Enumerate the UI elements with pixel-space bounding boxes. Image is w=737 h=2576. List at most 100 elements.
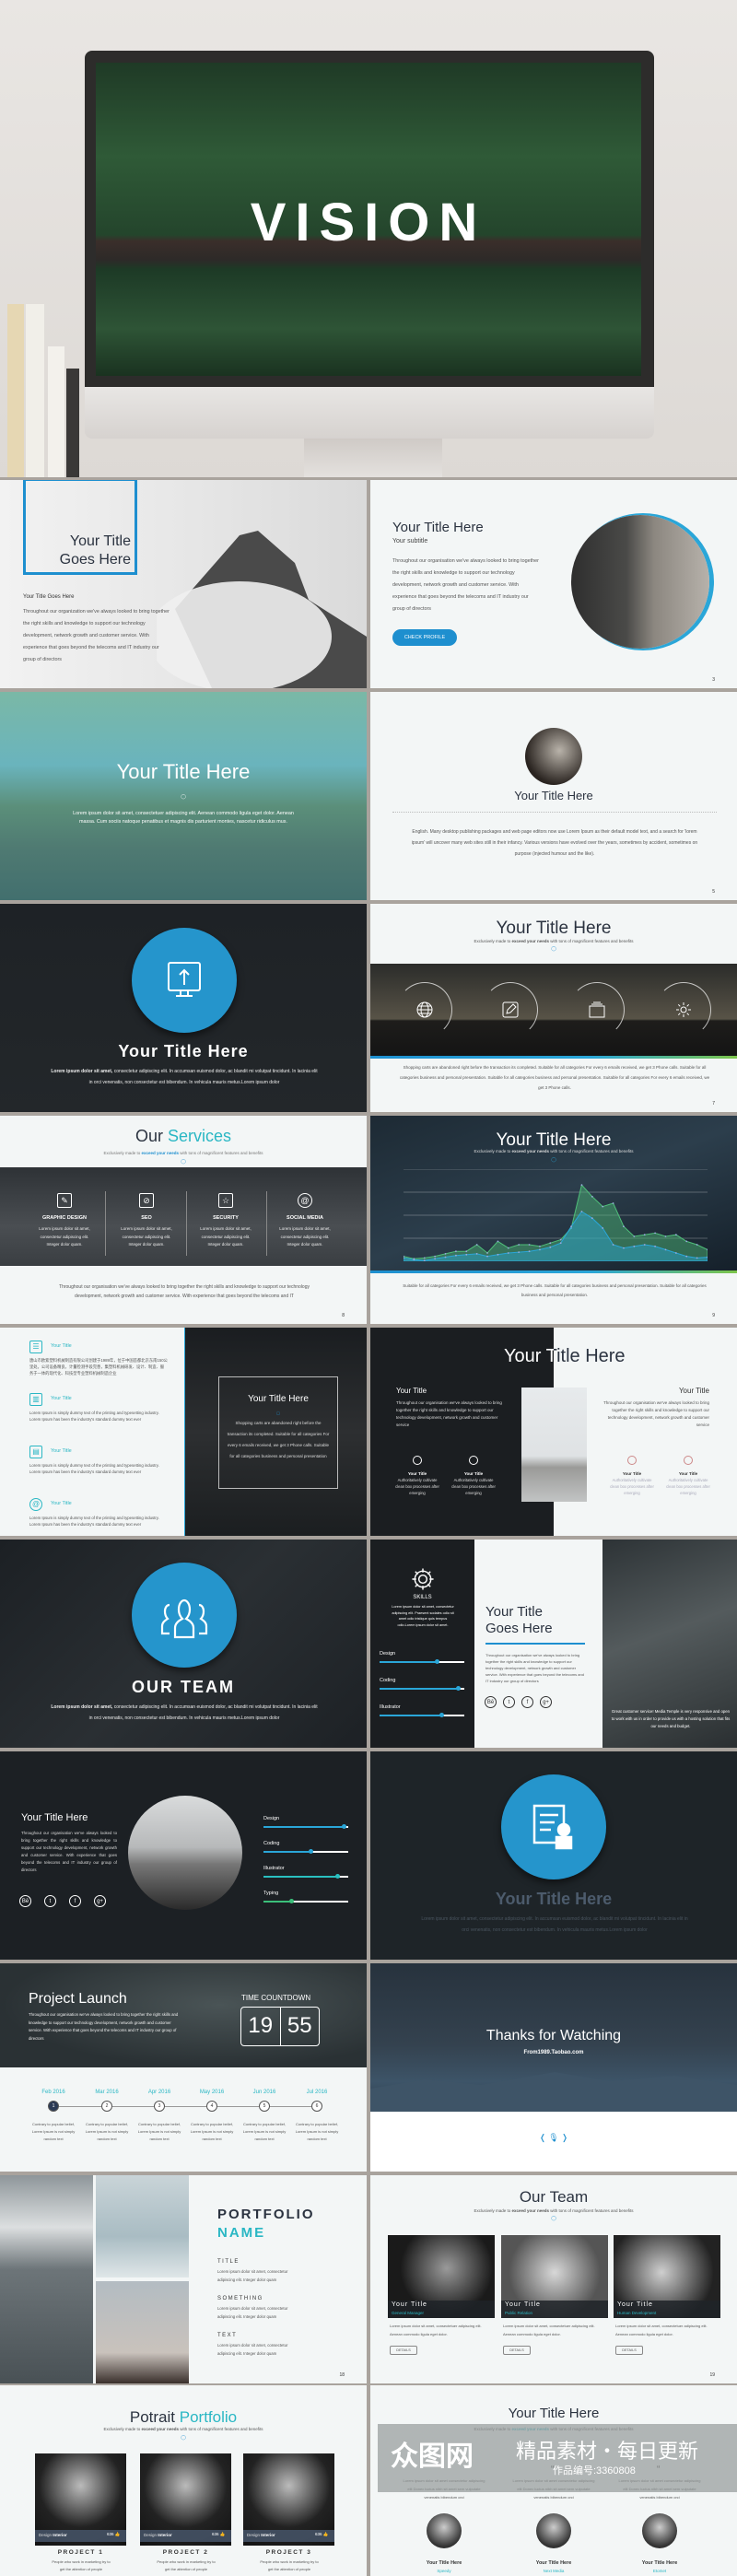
member-text: Lorem ipsum dolor sit amet, consectetuer…: [503, 2324, 595, 2336]
slide-subtitle: From1989.Taobao.com: [523, 2050, 584, 2055]
member-name: Your Title: [617, 2301, 653, 2308]
chart-point: [465, 1253, 468, 1256]
profile-text: Throughout our organisation we've always…: [485, 1653, 584, 1683]
body-bold: Lorem ipsum dolor sit amet,: [51, 1069, 113, 1074]
member-role: Public Relation: [505, 2311, 533, 2315]
chart-point: [591, 1195, 593, 1198]
google-plus-icon[interactable]: g+: [540, 1696, 552, 1708]
timeline-step[interactable]: 1: [48, 2101, 59, 2112]
skill-slider[interactable]: [263, 1849, 348, 1854]
chart-point: [685, 1255, 688, 1258]
service-icon: ✎: [57, 1193, 72, 1208]
timeline-step[interactable]: 5: [259, 2101, 270, 2112]
slide-skills-profile: SKILLS Lorem ipsum dolor sit amet, conse…: [370, 1540, 737, 1748]
skill-slider[interactable]: [263, 1899, 348, 1903]
timeline-step[interactable]: 4: [206, 2101, 217, 2112]
behance-icon[interactable]: Bē: [485, 1696, 497, 1708]
service-label: GRAPHIC DESIGN: [42, 1215, 87, 1221]
pier-image: [521, 1388, 587, 1502]
section-text: Lorem ipsum dolor sit amet, consectetur …: [217, 2306, 288, 2319]
service-text: Lorem ipsum dolor sit amet, consectetur …: [200, 1226, 252, 1247]
person-company: Speedy: [437, 2569, 451, 2573]
slide-project-launch: Project Launch Throughout our organisati…: [0, 1963, 367, 2172]
behance-icon[interactable]: Bē: [19, 1895, 31, 1907]
slide-profile-centered: Your Title Here English. Many desktop pu…: [370, 692, 737, 900]
facebook-icon[interactable]: f: [521, 1696, 533, 1708]
feature-title: Your Title: [407, 1471, 427, 1476]
skill-slider[interactable]: [263, 1824, 348, 1829]
timeline-month: May 2016: [199, 2090, 225, 2095]
project-likes[interactable]: 636 👍: [107, 2532, 120, 2537]
item-title: Your Title: [51, 1501, 72, 1506]
details-button[interactable]: DETAILS: [390, 2346, 417, 2355]
details-button[interactable]: DETAILS: [615, 2346, 643, 2355]
timeline-step[interactable]: 3: [154, 2101, 165, 2112]
timeline-month: Jul 2016: [306, 2090, 328, 2095]
slide-title: Your Title Here: [495, 1890, 613, 1908]
slide-title: Your Title Here: [392, 520, 484, 535]
slide-subtitle: Exclusively made to exceed your needs wi…: [103, 2427, 263, 2431]
chart-point: [454, 1254, 457, 1257]
slide-title: Your Title Here: [514, 789, 593, 802]
timeline-step[interactable]: 6: [311, 2101, 322, 2112]
feature-icon: [627, 1456, 637, 1465]
google-plus-icon[interactable]: g+: [94, 1895, 106, 1907]
project-likes[interactable]: 636 👍: [212, 2532, 225, 2537]
chart-point: [434, 1258, 437, 1260]
details-button[interactable]: DETAILS: [503, 2346, 531, 2355]
divider-dot-icon: ◯: [181, 2435, 186, 2441]
left-title: Your Title: [396, 1387, 427, 1395]
person-company: Next Media: [543, 2569, 565, 2573]
monitor-stand: [304, 439, 442, 477]
check-profile-button[interactable]: CHECK PROFILE: [392, 629, 457, 646]
title-line1: Your Title: [485, 1604, 543, 1620]
thumbs-up-icon: 👍: [114, 2532, 121, 2536]
feature-text: Authoritatively cultivate clean box proc…: [395, 1478, 439, 1495]
twitter-icon[interactable]: t: [503, 1696, 515, 1708]
slide-features-list: ☰ Your Title 唐山市欧紫塑料机械制造有限公司创建于1989年，位于中…: [0, 1328, 367, 1536]
facebook-icon[interactable]: f: [69, 1895, 81, 1907]
area-chart: [404, 1169, 708, 1261]
chart-point: [570, 1225, 572, 1228]
service-icon: ⊘: [139, 1193, 154, 1208]
cable-car-image: [96, 2175, 189, 2277]
chart-point: [465, 1250, 468, 1253]
chart-point: [633, 1245, 636, 1247]
feature-icon: [413, 1456, 422, 1465]
slide-portfolio: PORTFOLIO NAME TITLE Lorem ipsum dolor s…: [0, 2175, 367, 2383]
countdown-label: TIME COUNTDOWN: [241, 1994, 311, 2002]
slide-body: Lorem ipsum dolor sit amet, consectetur …: [421, 1916, 688, 1933]
slide-body: Throughout our organisation we've always…: [21, 1831, 117, 1872]
slide-title: Our Services: [135, 1127, 232, 1145]
project-category: Design Interior: [39, 2533, 67, 2537]
chart-point: [444, 1253, 447, 1255]
slide-subtitle: Your subtitle: [392, 538, 428, 544]
project-likes[interactable]: 636 👍: [315, 2532, 328, 2537]
skill-slider[interactable]: [263, 1874, 348, 1879]
chart-point: [549, 1246, 552, 1248]
timeline-step[interactable]: 2: [101, 2101, 112, 2112]
chart-point: [423, 1257, 426, 1259]
skill-label: Design: [380, 1651, 396, 1657]
slide-title: Your Title Here: [508, 2406, 600, 2421]
skill-slider[interactable]: [380, 1686, 464, 1691]
skill-slider[interactable]: [380, 1659, 464, 1664]
project-name: PROJECT 3: [265, 2549, 312, 2556]
slide-title-line2: Goes Here: [59, 552, 131, 568]
member-name: Your Title: [392, 2301, 427, 2308]
twitter-icon[interactable]: t: [44, 1895, 56, 1907]
folder-icon: [589, 1001, 605, 1018]
service-text: Lorem ipsum dolor sit amet, consectetur …: [279, 1226, 331, 1247]
slide-document-icon: Your Title Here Lorem ipsum dolor sit am…: [370, 1751, 737, 1960]
service-icon: @: [298, 1193, 312, 1208]
chart-point: [559, 1238, 562, 1241]
title-clip-dark: Your Title Here: [554, 1328, 737, 1383]
project-category: Design Interior: [144, 2533, 172, 2537]
skill-slider[interactable]: [380, 1713, 464, 1717]
chart-point: [685, 1240, 688, 1243]
microphone-icon[interactable]: ❬ 🎙 ❭: [370, 2133, 737, 2143]
title-line2: Goes Here: [485, 1621, 553, 1636]
page-number: 9: [712, 1313, 715, 1318]
slide-title: Potrait Portfolio: [129, 2408, 238, 2426]
hero-title: VISION: [250, 193, 487, 252]
